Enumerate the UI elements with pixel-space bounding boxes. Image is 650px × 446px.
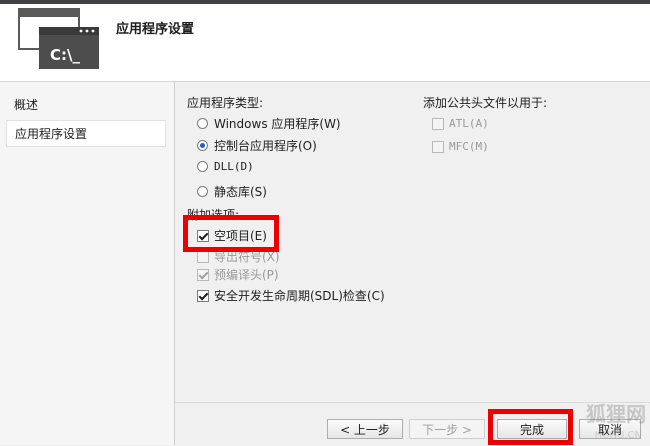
checkbox [432,117,444,130]
radio-windows-app[interactable]: Windows 应用程序(W) [197,115,341,132]
checkbox-empty-project[interactable]: 空项目(E) [197,227,267,244]
radio-button[interactable] [197,161,208,172]
checkbox [197,268,209,281]
settings-panel: 应用程序类型: Windows 应用程序(W) 控制台应用程序(O) DLL(D… [175,82,650,402]
radio-button[interactable] [197,118,208,129]
wizard-footer: < 上一步 下一步 > 完成 取消 [175,402,650,446]
checkbox [197,250,209,263]
wizard-header: C:\_ 应用程序设置 [0,4,650,82]
console-icon-text: C:\_ [50,46,80,64]
checkbox-label: 空项目(E) [214,229,267,243]
checkbox-label: 导出符号(X) [214,250,280,264]
radio-label: 控制台应用程序(O) [214,139,317,153]
radio-button[interactable] [197,140,208,151]
checkbox-mfc: MFC(M) [432,140,489,153]
radio-console-app[interactable]: 控制台应用程序(O) [197,137,317,154]
wizard-sidebar: 概述 应用程序设置 [0,82,175,445]
radio-label: Windows 应用程序(W) [214,117,341,131]
radio-dll[interactable]: DLL(D) [197,160,254,173]
checkbox-precompiled-header: 预编译头(P) [197,266,279,283]
checkbox [432,140,444,153]
radio-button[interactable] [197,186,208,197]
app-type-heading: 应用程序类型: [187,96,264,110]
checkbox[interactable] [197,289,209,302]
next-button: 下一步 > [409,419,485,439]
radio-label: 静态库(S) [214,185,267,199]
checkbox-export-symbols: 导出符号(X) [197,248,280,265]
checkbox-label: MFC(M) [449,140,489,153]
checkbox-label: ATL(A) [449,117,489,130]
checkbox-label: 预编译头(P) [214,268,279,282]
console-app-icon: C:\_ [18,8,99,69]
checkbox-atl: ATL(A) [432,117,489,130]
common-headers-heading: 添加公共头文件以用于: [423,96,548,110]
checkbox[interactable] [197,229,209,242]
finish-button[interactable]: 完成 [497,419,567,439]
radio-label: DLL(D) [214,160,254,173]
additional-options-heading: 附加选项: [187,208,240,222]
sidebar-item-app-settings[interactable]: 应用程序设置 [6,120,166,147]
checkbox-sdl-checks[interactable]: 安全开发生命周期(SDL)检查(C) [197,287,385,304]
sidebar-item-overview[interactable]: 概述 [14,96,38,113]
radio-static-lib[interactable]: 静态库(S) [197,183,267,200]
cancel-button[interactable]: 取消 [579,419,641,439]
page-title: 应用程序设置 [116,22,195,37]
prev-button[interactable]: < 上一步 [327,419,403,439]
checkbox-label: 安全开发生命周期(SDL)检查(C) [214,289,385,303]
